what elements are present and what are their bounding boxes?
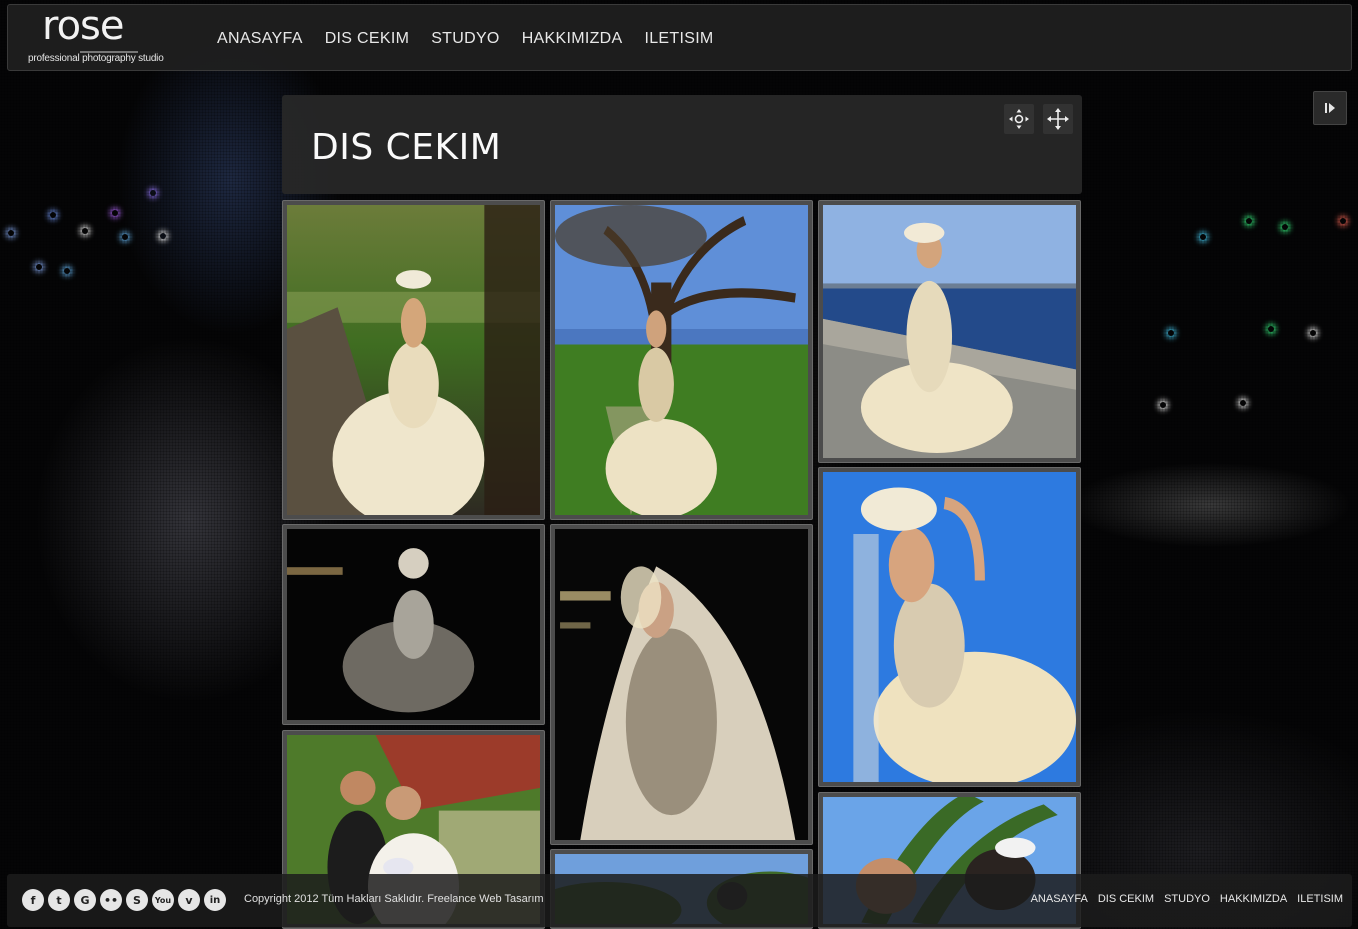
gallery-tile-3[interactable] xyxy=(818,200,1081,463)
linkedin-icon[interactable]: in xyxy=(204,889,226,911)
twitter-icon[interactable]: t xyxy=(48,889,70,911)
flickr-icon[interactable]: •• xyxy=(100,889,122,911)
slideshow-play-button[interactable] xyxy=(1313,91,1347,125)
top-bar: rose professional photography studio ANA… xyxy=(7,3,1352,72)
title-panel: DIS CEKIM xyxy=(282,95,1082,194)
gallery-photo-bride-blue-sky xyxy=(823,472,1076,782)
skype-icon[interactable]: S xyxy=(126,889,148,911)
logo-word: rose xyxy=(42,3,124,49)
copyright-text: Copyright 2012 Tüm Hakları Saklıdır. Fre… xyxy=(244,893,544,905)
footer-link-dis-cekim[interactable]: DIS CEKIM xyxy=(1098,893,1154,905)
gallery-tile-2[interactable] xyxy=(550,200,813,520)
gallery-tile-4[interactable] xyxy=(282,524,545,725)
google-icon[interactable]: G xyxy=(74,889,96,911)
footer-link-studyo[interactable]: STUDYO xyxy=(1164,893,1210,905)
main-nav: ANASAYFA DIS CEKIM STUDYO HAKKIMIZDA ILE… xyxy=(210,5,729,72)
nav-item-iletisim[interactable]: ILETISIM xyxy=(637,30,720,48)
footer-nav: ANASAYFA DIS CEKIM STUDYO HAKKIMIZDA ILE… xyxy=(1021,893,1343,905)
gallery-tile-6[interactable] xyxy=(818,467,1081,787)
youtube-icon[interactable]: You xyxy=(152,889,174,911)
logo-tagline: professional photography studio xyxy=(28,53,164,64)
gallery-photo-bride-under-tree xyxy=(555,205,808,515)
facebook-icon[interactable]: f xyxy=(22,889,44,911)
page-title: DIS CEKIM xyxy=(311,127,502,168)
nav-item-hakkimizda[interactable]: HAKKIMIZDA xyxy=(515,30,630,48)
gallery-tile-5[interactable] xyxy=(550,524,813,845)
social-links: f t G •• S You v in xyxy=(22,889,230,911)
vimeo-icon[interactable]: v xyxy=(178,889,200,911)
nav-item-dis-cekim[interactable]: DIS CEKIM xyxy=(318,30,417,48)
gallery-photo-bride-night-1 xyxy=(287,529,540,720)
footer: f t G •• S You v in Copyright 2012 Tüm H… xyxy=(7,874,1352,927)
fullscreen-settings-icon xyxy=(1009,109,1029,129)
footer-link-hakkimizda[interactable]: HAKKIMIZDA xyxy=(1220,893,1287,905)
gallery-photo-bride-night-2 xyxy=(555,529,808,840)
move-button[interactable] xyxy=(1043,104,1073,134)
gallery-photo-bride-park-path xyxy=(287,205,540,515)
nav-item-anasayfa[interactable]: ANASAYFA xyxy=(210,30,310,48)
logo[interactable]: rose professional photography studio xyxy=(28,3,184,67)
play-pause-icon xyxy=(1325,103,1335,113)
footer-link-anasayfa[interactable]: ANASAYFA xyxy=(1031,893,1088,905)
fullscreen-button[interactable] xyxy=(1004,104,1034,134)
nav-item-studyo[interactable]: STUDYO xyxy=(424,30,506,48)
gallery-tile-1[interactable] xyxy=(282,200,545,520)
gallery-photo-bride-seaside xyxy=(823,205,1076,458)
move-arrows-icon xyxy=(1047,108,1069,130)
footer-link-iletisim[interactable]: ILETISIM xyxy=(1297,893,1343,905)
